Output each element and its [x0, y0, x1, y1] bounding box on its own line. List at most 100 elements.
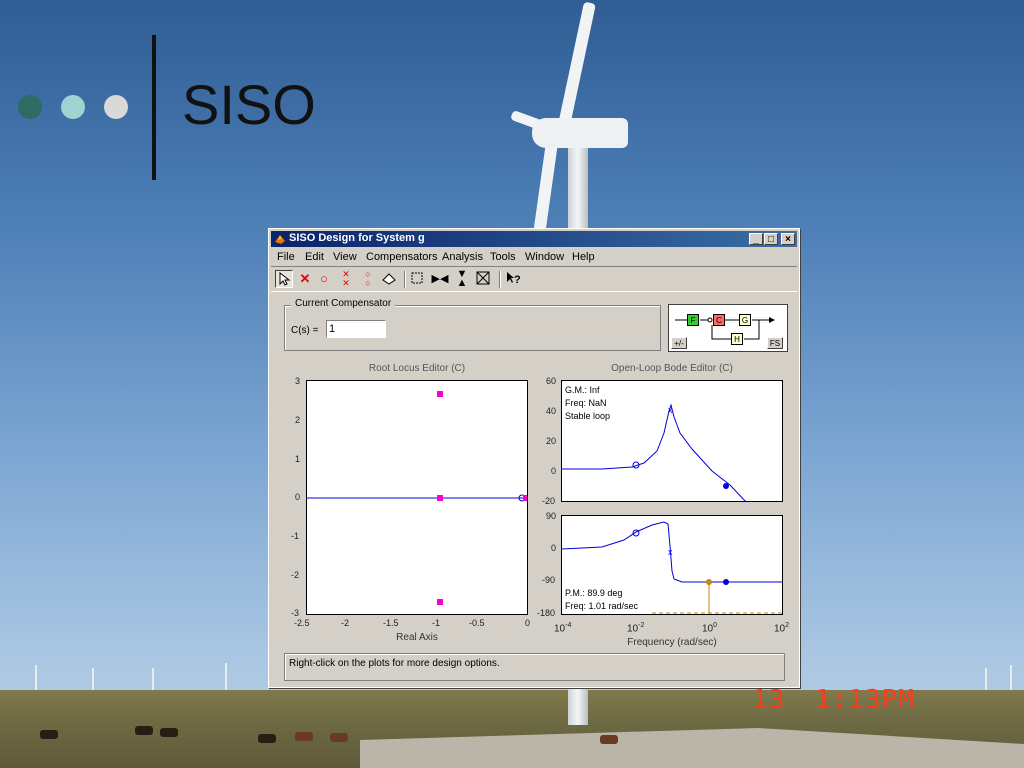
mag-ytick: 40: [546, 406, 557, 416]
cow: [160, 728, 178, 737]
gain-margin-label: G.M.: Inf: [565, 385, 600, 395]
title-dot: [61, 95, 85, 119]
cow: [295, 732, 313, 741]
distant-turbine: [225, 663, 227, 693]
siso-design-window: SISO Design for System g _ □ × File Edit…: [268, 228, 800, 688]
mag-ytick: 0: [551, 466, 557, 476]
freq-xtick: 102: [774, 622, 790, 635]
phase-margin-freq: Freq: 1.01 rad/sec: [565, 601, 639, 611]
minimize-button[interactable]: _: [749, 233, 763, 245]
toolbar-separator: [499, 271, 501, 288]
closed-loop-pole-marker: [437, 391, 443, 397]
menu-view[interactable]: View: [333, 251, 357, 263]
block-f[interactable]: F: [687, 314, 699, 326]
whats-this-icon[interactable]: ?: [505, 270, 523, 288]
feedback-structure-diagram[interactable]: F C G H +/- FS: [668, 304, 788, 352]
rl-xtick: -1: [432, 618, 441, 628]
add-pole-icon[interactable]: ✕: [296, 270, 314, 288]
menu-file[interactable]: File: [277, 251, 295, 263]
select-arrow-icon[interactable]: [275, 270, 293, 288]
block-g[interactable]: G: [739, 314, 751, 326]
block-h[interactable]: H: [731, 333, 743, 345]
status-bar: Right-click on the plots for more design…: [284, 653, 785, 681]
closed-loop-pole-marker: [437, 599, 443, 605]
compensator-input[interactable]: [326, 320, 386, 338]
fit-icon[interactable]: [475, 270, 493, 288]
cow: [135, 726, 153, 735]
closed-loop-pole-marker: [437, 495, 443, 501]
menu-analysis[interactable]: Analysis: [442, 251, 483, 263]
mag-ytick: -20: [542, 496, 556, 506]
compensator-label: C(s) =: [291, 325, 319, 336]
toolbar-separator: [404, 271, 406, 288]
toolbar: ✕ ○ ✕ ✕ ○ ○ ▶◀ ▼ ▲ ?: [271, 266, 797, 292]
zoom-y-icon[interactable]: ▼ ▲: [453, 269, 471, 289]
freq-xtick: 100: [702, 622, 718, 635]
rl-ytick: -1: [291, 531, 300, 541]
time-stamp: 1:13PM: [815, 685, 915, 715]
title-divider: [152, 35, 156, 180]
cow: [330, 733, 348, 742]
root-locus-title: Root Locus Editor (C): [368, 363, 466, 374]
gain-marker: [723, 579, 729, 585]
rl-xtick: -2.5: [294, 618, 310, 628]
rl-ytick: -2: [291, 570, 300, 580]
svg-text:?: ?: [514, 274, 521, 286]
bode-title: Open-Loop Bode Editor (C): [611, 363, 733, 374]
rl-xlabel: Real Axis: [396, 632, 438, 643]
maximize-button[interactable]: □: [764, 233, 778, 245]
stability-label: Stable loop: [565, 411, 611, 421]
root-locus-canvas: [307, 391, 527, 605]
window-title: SISO Design for System g: [289, 232, 425, 244]
matlab-logo-icon: [275, 235, 285, 244]
turbine-nacelle: [532, 118, 628, 148]
rl-xtick: -2: [341, 618, 350, 628]
cow: [258, 734, 276, 743]
menubar: File Edit View Compensators Analysis Too…: [271, 249, 797, 265]
gain-marker: [723, 483, 729, 489]
bode-xlabel: Frequency (rad/sec): [627, 637, 717, 648]
menu-edit[interactable]: Edit: [305, 251, 324, 263]
phase-ytick: -180: [537, 608, 556, 618]
closed-loop-pole-marker: [523, 495, 527, 501]
add-complex-zero-icon[interactable]: ○ ○: [359, 270, 377, 288]
block-c[interactable]: C: [713, 314, 725, 326]
zoom-xy-icon[interactable]: [409, 270, 427, 288]
window-titlebar[interactable]: SISO Design for System g _ □ ×: [271, 231, 797, 247]
mag-ytick: 20: [546, 436, 557, 446]
title-dot: [104, 95, 128, 119]
rl-ytick: 2: [295, 415, 301, 425]
mag-ytick: 60: [546, 376, 557, 386]
date-stamp: 13: [752, 685, 786, 715]
pole-marker: x: [668, 547, 673, 557]
zoom-x-icon[interactable]: ▶◀: [431, 270, 449, 288]
phase-ytick: 90: [546, 511, 557, 521]
phase-ytick: 0: [551, 543, 557, 553]
pole-marker: x: [668, 405, 673, 415]
root-locus-plot[interactable]: [306, 380, 528, 615]
rl-xtick: -0.5: [469, 618, 485, 628]
menu-tools[interactable]: Tools: [490, 251, 516, 263]
sign-toggle-button[interactable]: +/-: [671, 337, 687, 349]
gain-margin-freq: Freq: NaN: [565, 398, 607, 408]
compensator-legend: Current Compensator: [291, 298, 396, 309]
add-zero-icon[interactable]: ○: [315, 270, 333, 288]
title-dot: [18, 95, 42, 119]
freq-xtick: 10-2: [627, 622, 645, 635]
cow: [40, 730, 58, 739]
add-complex-pole-icon[interactable]: ✕ ✕: [337, 270, 355, 288]
rl-ytick: 3: [295, 376, 301, 386]
cow: [600, 735, 618, 744]
rl-xtick: -1.5: [383, 618, 399, 628]
menu-window[interactable]: Window: [525, 251, 564, 263]
menu-compensators[interactable]: Compensators: [366, 251, 438, 263]
rl-ytick: -3: [291, 608, 300, 618]
phase-margin-marker: [706, 579, 712, 585]
phase-curve: [562, 521, 782, 583]
menu-help[interactable]: Help: [572, 251, 595, 263]
eraser-icon[interactable]: [381, 270, 399, 288]
rl-xtick: 0: [525, 618, 531, 628]
phase-margin-label: P.M.: 89.9 deg: [565, 588, 623, 598]
close-button[interactable]: ×: [781, 233, 795, 245]
fs-button[interactable]: FS: [767, 337, 783, 349]
